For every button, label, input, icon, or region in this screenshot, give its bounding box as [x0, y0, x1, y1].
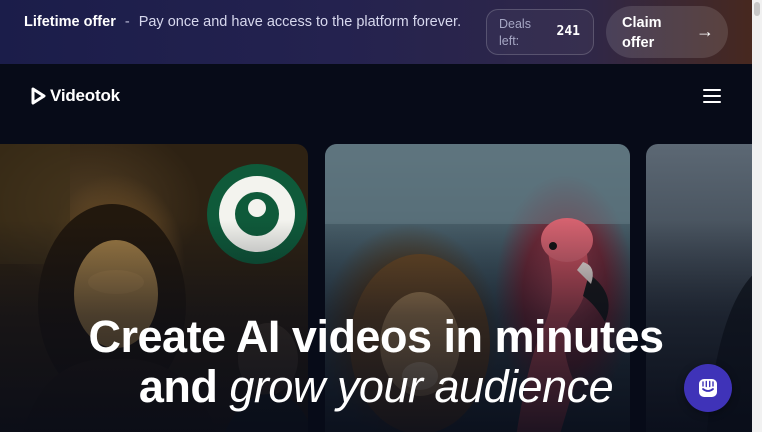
menu-bar	[703, 101, 721, 103]
deals-left-box: Deals left: 241	[486, 9, 594, 55]
promo-banner: Lifetime offer - Pay once and have access …	[0, 0, 752, 64]
claim-offer-button[interactable]: Claim offer →	[606, 6, 728, 58]
hero-line-1: Create AI videos in minutes	[88, 311, 665, 362]
scrollbar-thumb[interactable]	[754, 2, 760, 16]
hero-line-2-emphasis: grow your audience	[229, 361, 614, 412]
page-scrollbar[interactable]	[752, 0, 762, 432]
menu-bar	[703, 89, 721, 91]
arrow-right-icon: →	[696, 21, 714, 41]
deals-left-count: 241	[556, 24, 580, 39]
promo-message: Pay once and have access to the platform…	[138, 14, 462, 30]
page: Lifetime offer - Pay once and have access …	[0, 0, 762, 432]
hero-line-2: and grow your audience	[0, 362, 752, 412]
menu-bar	[703, 95, 721, 97]
deals-left-label: Deals left:	[499, 17, 531, 48]
claim-offer-label: Claim offer	[622, 15, 662, 51]
chat-launcher-button[interactable]	[684, 364, 732, 412]
hero-headline: Create AI videos in minutes and grow you…	[0, 312, 752, 412]
hero-line-2-prefix: and	[138, 361, 218, 412]
brand-logo[interactable]: Videotok	[30, 86, 120, 106]
chat-icon	[699, 379, 717, 397]
top-nav: Videotok	[0, 64, 752, 128]
brand-name: Videotok	[50, 86, 120, 105]
promo-title: Lifetime offer	[24, 14, 116, 30]
hamburger-menu-icon[interactable]	[700, 87, 724, 105]
promo-separator: -	[124, 14, 130, 30]
play-icon	[31, 87, 46, 105]
promo-text: Lifetime offer - Pay once and have access …	[24, 12, 464, 32]
